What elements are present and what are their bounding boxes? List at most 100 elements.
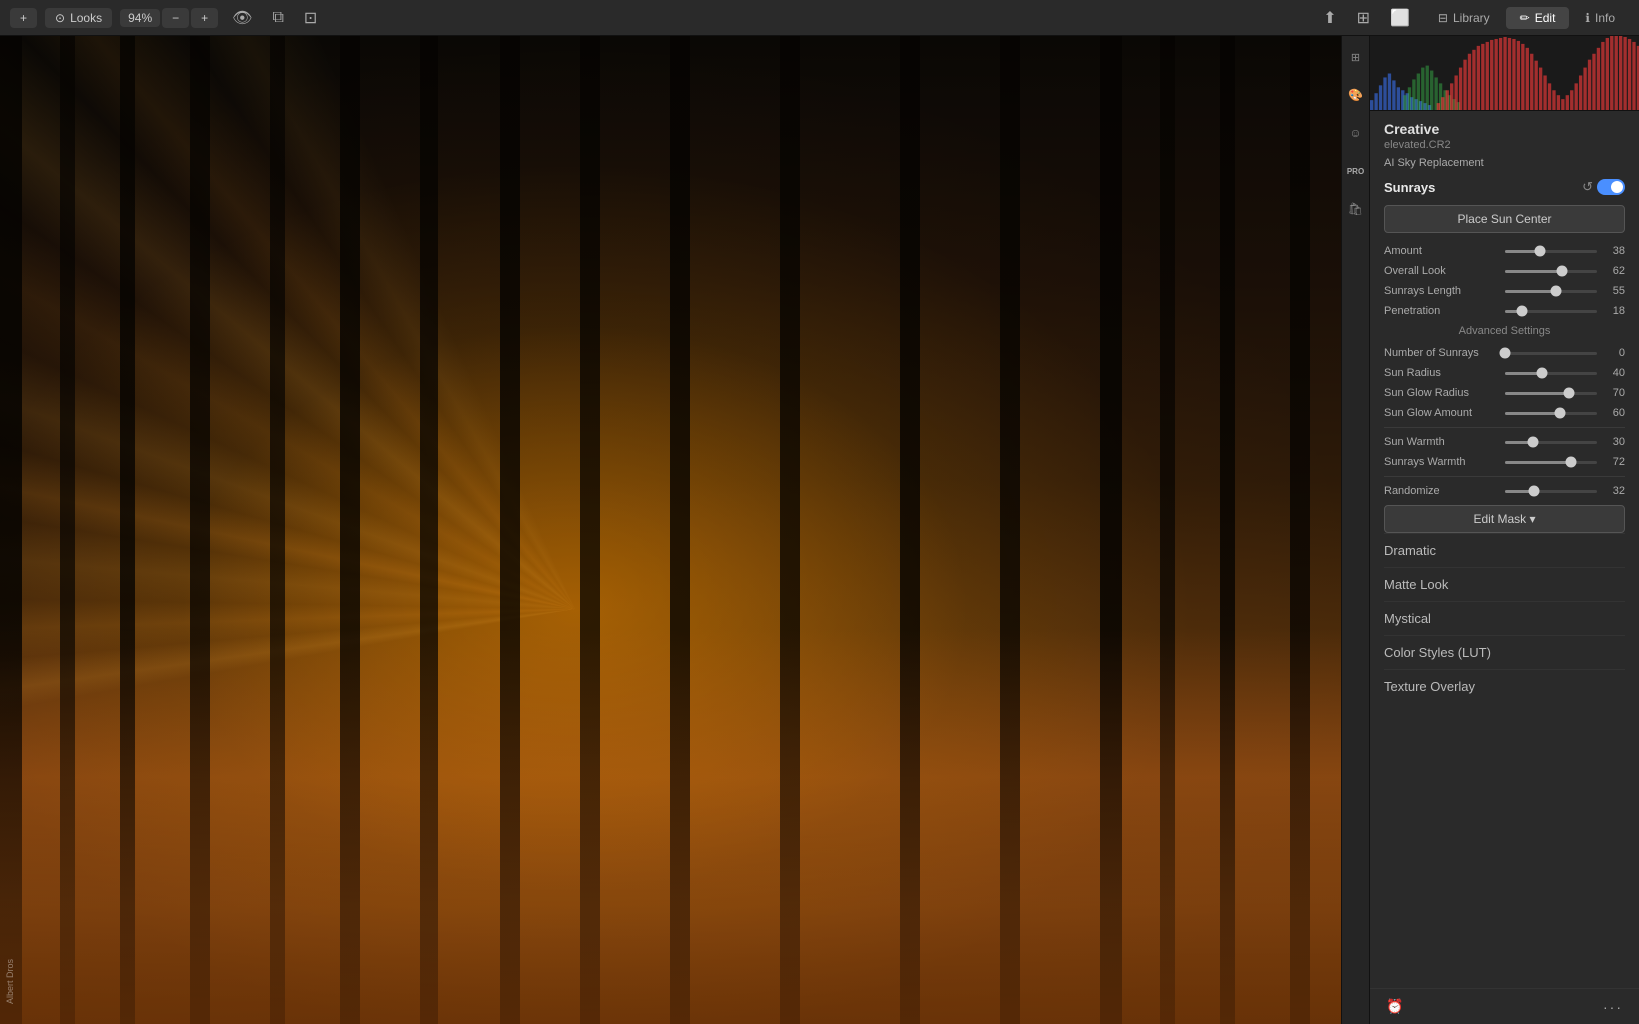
zoom-group: 94% − +: [120, 8, 218, 28]
slider-track-randomize[interactable]: [1505, 490, 1597, 493]
sunrays-toggle[interactable]: [1597, 179, 1625, 195]
tab-library[interactable]: ⊟ Library: [1424, 7, 1504, 29]
slider-value-overall-look: 62: [1603, 265, 1625, 277]
sunrays-overlay: [0, 36, 1369, 1024]
ground-glow: [0, 629, 1369, 1024]
slider-row-sun-glow-amount: Sun Glow Amount 60: [1384, 407, 1625, 419]
looks-icon: ⊙: [55, 11, 65, 25]
view-button[interactable]: 👁: [226, 5, 258, 31]
slider-row-sun-warmth: Sun Warmth 30: [1384, 436, 1625, 448]
edit-icon: ✏: [1520, 11, 1530, 25]
export-tool-button[interactable]: 🛍: [1343, 196, 1369, 222]
main-content: Albert Dros: [0, 36, 1639, 1024]
advanced-sliders: Number of Sunrays 0 Sun Radius 40: [1384, 347, 1625, 419]
section-item-texture-overlay[interactable]: Texture Overlay: [1384, 669, 1625, 703]
slider-row-num-sunrays: Number of Sunrays 0: [1384, 347, 1625, 359]
slider-track-sunrays-warmth[interactable]: [1505, 461, 1597, 464]
photo-area: Albert Dros: [0, 36, 1369, 1024]
slider-row-amount: Amount 38: [1384, 245, 1625, 257]
library-icon: ⊟: [1438, 11, 1448, 25]
add-icon: +: [20, 11, 27, 25]
divider: [1384, 427, 1625, 428]
slider-label-num-sunrays: Number of Sunrays: [1384, 347, 1499, 359]
slider-label-sunrays-warmth: Sunrays Warmth: [1384, 456, 1499, 468]
slider-track-sun-warmth[interactable]: [1505, 441, 1597, 444]
edit-mask-button[interactable]: Edit Mask ▾: [1384, 505, 1625, 533]
section-item-color-styles[interactable]: Color Styles (LUT): [1384, 635, 1625, 669]
slider-value-randomize: 32: [1603, 485, 1625, 497]
warmth-sliders: Sun Warmth 30 Sunrays Warmth 72: [1384, 436, 1625, 468]
creative-tool-button active[interactable]: 🎨: [1343, 82, 1369, 108]
history-button[interactable]: ⏰: [1380, 995, 1409, 1018]
slider-value-sunrays-length: 55: [1603, 285, 1625, 297]
slider-label-sun-radius: Sun Radius: [1384, 367, 1499, 379]
place-sun-button[interactable]: Place Sun Center: [1384, 205, 1625, 233]
more-button[interactable]: ···: [1597, 995, 1629, 1018]
slider-value-sunrays-warmth: 72: [1603, 456, 1625, 468]
slider-row-sun-radius: Sun Radius 40: [1384, 367, 1625, 379]
slider-label-amount: Amount: [1384, 245, 1499, 257]
tab-group: ⊟ Library ✏ Edit ℹ Info: [1424, 7, 1629, 29]
slider-track-penetration[interactable]: [1505, 310, 1597, 313]
section-item-mystical[interactable]: Mystical: [1384, 601, 1625, 635]
slider-track-sun-radius[interactable]: [1505, 372, 1597, 375]
slider-value-sun-glow-amount: 60: [1603, 407, 1625, 419]
ai-sky-label: AI Sky Replacement: [1384, 157, 1625, 169]
section-title: Creative: [1384, 121, 1625, 137]
slider-track-num-sunrays[interactable]: [1505, 352, 1597, 355]
export-button[interactable]: ⬆: [1317, 5, 1342, 31]
slider-row-randomize: Randomize 32: [1384, 485, 1625, 497]
slider-track-sun-glow-radius[interactable]: [1505, 392, 1597, 395]
pro-tool-button[interactable]: PRO: [1343, 158, 1369, 184]
watermark: Albert Dros: [5, 959, 15, 1004]
info-icon: ℹ: [1585, 11, 1590, 25]
slider-value-amount: 38: [1603, 245, 1625, 257]
slider-label-sun-warmth: Sun Warmth: [1384, 436, 1499, 448]
slider-track-sun-glow-amount[interactable]: [1505, 412, 1597, 415]
slider-label-randomize: Randomize: [1384, 485, 1499, 497]
crop-button[interactable]: ⊡: [298, 5, 323, 31]
zoom-value: 94%: [120, 9, 160, 27]
slider-row-overall-look: Overall Look 62: [1384, 265, 1625, 277]
slider-label-sun-glow-radius: Sun Glow Radius: [1384, 387, 1499, 399]
slider-row-sunrays-warmth: Sunrays Warmth 72: [1384, 456, 1625, 468]
slider-value-num-sunrays: 0: [1603, 347, 1625, 359]
histogram-area: [1370, 36, 1639, 111]
randomize-sliders: Randomize 32: [1384, 485, 1625, 497]
fullscreen-button[interactable]: ⬜: [1384, 5, 1416, 31]
slider-track-overall-look[interactable]: [1505, 270, 1597, 273]
sunrays-section-header: Sunrays ↺: [1384, 179, 1625, 195]
right-panel: Creative elevated.CR2 AI Sky Replacement…: [1369, 36, 1639, 1024]
reset-button[interactable]: ↺: [1582, 179, 1593, 195]
side-tools-panel: ⊞ 🎨 ☺ PRO 🛍: [1341, 36, 1369, 1024]
slider-track-amount[interactable]: [1505, 250, 1597, 253]
slider-row-penetration: Penetration 18: [1384, 305, 1625, 317]
slider-label-sun-glow-amount: Sun Glow Amount: [1384, 407, 1499, 419]
grid-button[interactable]: ⊞: [1351, 5, 1376, 31]
slider-value-sun-glow-radius: 70: [1603, 387, 1625, 399]
filename: elevated.CR2: [1384, 139, 1625, 151]
slider-label-overall-look: Overall Look: [1384, 265, 1499, 277]
slider-label-sunrays-length: Sunrays Length: [1384, 285, 1499, 297]
section-item-matte-look[interactable]: Matte Look: [1384, 567, 1625, 601]
photo-background: [0, 36, 1369, 1024]
slider-value-sun-warmth: 30: [1603, 436, 1625, 448]
add-button[interactable]: +: [10, 8, 37, 28]
histogram-chart: [1370, 36, 1639, 110]
slider-value-penetration: 18: [1603, 305, 1625, 317]
tab-edit[interactable]: ✏ Edit: [1506, 7, 1570, 29]
divider2: [1384, 476, 1625, 477]
portrait-tool-button[interactable]: ☺: [1343, 120, 1369, 146]
slider-label-penetration: Penetration: [1384, 305, 1499, 317]
section-item-dramatic[interactable]: Dramatic: [1384, 533, 1625, 567]
compare-button[interactable]: ⧉: [266, 6, 289, 30]
layers-tool-button[interactable]: ⊞: [1343, 44, 1369, 70]
looks-button[interactable]: ⊙ Looks: [45, 8, 112, 28]
tab-info[interactable]: ℹ Info: [1571, 7, 1629, 29]
photo-canvas: Albert Dros: [0, 36, 1369, 1024]
slider-track-sunrays-length[interactable]: [1505, 290, 1597, 293]
zoom-out-button[interactable]: −: [162, 8, 189, 28]
zoom-in-button[interactable]: +: [191, 8, 218, 28]
slider-row-sunrays-length: Sunrays Length 55: [1384, 285, 1625, 297]
slider-value-sun-radius: 40: [1603, 367, 1625, 379]
